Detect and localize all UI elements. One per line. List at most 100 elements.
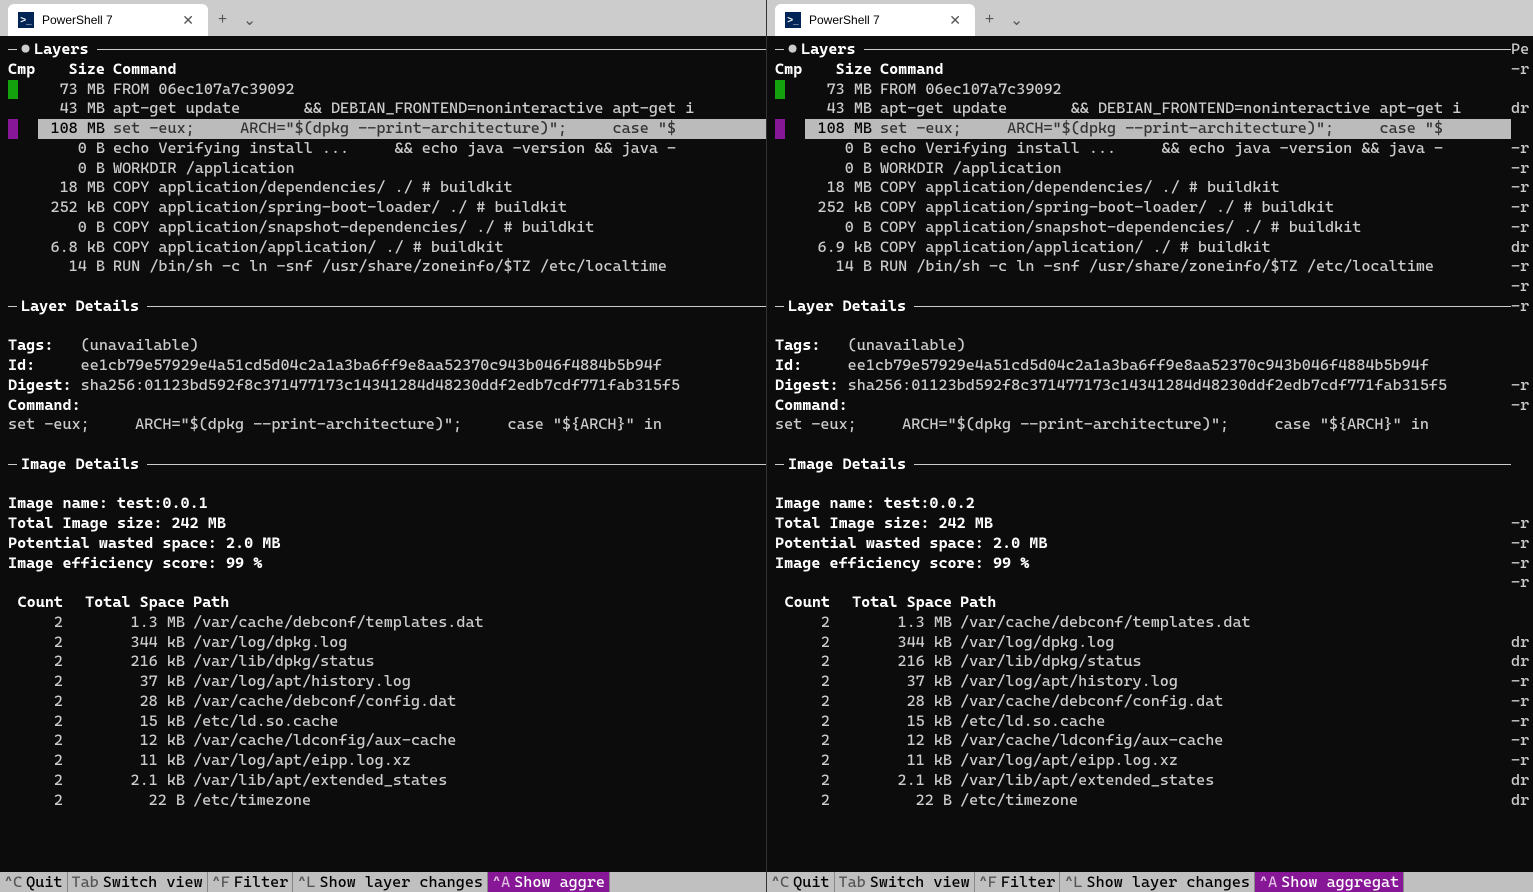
wasted-count: 2 (8, 652, 63, 672)
right-panel-peek: Pe-r dr -r-r-r-r-rdr-r-r-r -r-r -r-r-r-r… (1511, 36, 1533, 872)
wasted-path: /var/cache/debconf/config.dat (193, 692, 766, 712)
wasted-space: 37 kB (63, 672, 193, 692)
layer-row[interactable]: 108 MB set -eux; ARCH="$(dpkg --print-ar… (8, 119, 766, 139)
wasted-path: /var/cache/ldconfig/aux-cache (960, 731, 1533, 751)
titlebar: >_ PowerShell 7 ✕ + ⌄ (0, 0, 766, 36)
footer-item[interactable]: ^AShow aggregat (1255, 872, 1404, 892)
footer-item[interactable]: ^CQuit (0, 872, 68, 892)
footer-item[interactable]: ^LShow layer changes (1060, 872, 1255, 892)
layers-title: Layers (801, 40, 856, 60)
tab-dropdown-icon[interactable]: ⌄ (1010, 11, 1023, 30)
layer-row[interactable]: 0 B WORKDIR /application (775, 159, 1533, 179)
wasted-row: 2344 kB /var/log/dpkg.log (8, 633, 766, 653)
terminal-content[interactable]: ●Layers CmpSize Command73 MB FROM 06ec10… (0, 36, 766, 872)
footer-label: Filter (234, 873, 289, 891)
cmp-indicator-green (775, 80, 785, 100)
wasted-row: 2216 kB /var/lib/dpkg/status (8, 652, 766, 672)
wasted-count: 2 (775, 751, 830, 771)
footer-label: Show aggre (514, 873, 605, 891)
terminal-content[interactable]: ●Layers CmpSize Command73 MB FROM 06ec10… (767, 36, 1533, 872)
layer-row[interactable]: 6.8 kB COPY application/application/ ./ … (8, 238, 766, 258)
layer-row[interactable]: 18 MB COPY application/dependencies/ ./ … (8, 178, 766, 198)
layers-column-header: CmpSize Command (775, 60, 1533, 80)
layer-row[interactable]: 0 B echo Verifying install ... && echo j… (8, 139, 766, 159)
layers-column-header: CmpSize Command (8, 60, 766, 80)
layer-row[interactable]: 6.9 kB COPY application/application/ ./ … (775, 238, 1533, 258)
footer-label: Show layer changes (320, 873, 483, 891)
footer-item[interactable]: ^FFilter (208, 872, 294, 892)
layer-size: 0 B (38, 218, 113, 238)
new-tab-icon[interactable]: + (218, 11, 227, 29)
layer-details-section-header: Layer Details (8, 297, 766, 317)
layer-row[interactable]: 18 MB COPY application/dependencies/ ./ … (775, 178, 1533, 198)
layer-row[interactable]: 73 MB FROM 06ec107a7c39092 (775, 80, 1533, 100)
layer-row[interactable]: 0 B echo Verifying install ... && echo j… (775, 139, 1533, 159)
wasted-count: 2 (775, 652, 830, 672)
wasted-space: 22 B (63, 791, 193, 811)
tab[interactable]: >_ PowerShell 7 ✕ (8, 4, 208, 36)
footer-item[interactable]: TabSwitch view (835, 872, 975, 892)
layer-digest: Digest: sha256:01123bd592f8c371477173c14… (8, 376, 766, 396)
layer-size: 14 B (38, 257, 113, 277)
wasted-space: 11 kB (830, 751, 960, 771)
tab[interactable]: >_ PowerShell 7 ✕ (775, 4, 975, 36)
footer-item[interactable]: ^CQuit (767, 872, 835, 892)
layer-command: WORKDIR /application (880, 159, 1533, 179)
wasted-header: CountTotal Space Path (8, 593, 766, 613)
layer-command: COPY application/application/ ./ # build… (113, 238, 766, 258)
layer-size: 0 B (805, 159, 880, 179)
cmp-indicator-purple (775, 119, 785, 139)
image-size: Total Image size: 242 MB (775, 514, 1533, 534)
layer-size: 0 B (805, 139, 880, 159)
wasted-row: 212 kB /var/cache/ldconfig/aux-cache (775, 731, 1533, 751)
wasted-path: /var/log/apt/history.log (960, 672, 1533, 692)
layer-row[interactable]: 43 MB apt-get update && DEBIAN_FRONTEND=… (775, 99, 1533, 119)
footer-key: ^A (1259, 873, 1277, 891)
powershell-icon: >_ (785, 12, 801, 28)
layer-id: Id: ee1cb79e57929e4a51cd5d04c2a1a3ba6ff9… (8, 356, 766, 376)
footer-item[interactable]: TabSwitch view (68, 872, 208, 892)
layer-command: COPY application/spring-boot-loader/ ./ … (880, 198, 1533, 218)
new-tab-icon[interactable]: + (985, 11, 994, 29)
footer-label: Switch view (103, 873, 203, 891)
wasted-count: 2 (8, 672, 63, 692)
close-icon[interactable]: ✕ (945, 12, 965, 29)
layer-row[interactable]: 252 kB COPY application/spring-boot-load… (8, 198, 766, 218)
close-icon[interactable]: ✕ (178, 12, 198, 29)
wasted-space: 2.1 kB (63, 771, 193, 791)
wasted-path: /var/log/apt/eipp.log.xz (193, 751, 766, 771)
layer-command: COPY application/snapshot-dependencies/ … (880, 218, 1533, 238)
layer-size: 43 MB (38, 99, 113, 119)
layer-command: COPY application/dependencies/ ./ # buil… (113, 178, 766, 198)
layer-row[interactable]: 14 B RUN /bin/sh -c ln -snf /usr/share/z… (775, 257, 1533, 277)
layer-command: COPY application/snapshot-dependencies/ … (113, 218, 766, 238)
layer-row[interactable]: 14 B RUN /bin/sh -c ln -snf /usr/share/z… (8, 257, 766, 277)
footer-item[interactable]: ^FFilter (975, 872, 1061, 892)
wasted-space: 12 kB (830, 731, 960, 751)
layer-command: echo Verifying install ... && echo java … (113, 139, 766, 159)
image-name: Image name: test:0.0.1 (8, 494, 766, 514)
footer-item[interactable]: ^AShow aggre (488, 872, 610, 892)
layer-command: set -eux; ARCH="$(dpkg --print-architect… (113, 119, 766, 139)
layer-row[interactable]: 252 kB COPY application/spring-boot-load… (775, 198, 1533, 218)
layer-row[interactable]: 43 MB apt-get update && DEBIAN_FRONTEND=… (8, 99, 766, 119)
wasted-count: 2 (775, 633, 830, 653)
tab-title: PowerShell 7 (42, 13, 178, 27)
layer-row[interactable]: 0 B WORKDIR /application (8, 159, 766, 179)
footer-item[interactable]: ^L Show layer changes (293, 872, 488, 892)
wasted-row: 211 kB /var/log/apt/eipp.log.xz (775, 751, 1533, 771)
tab-dropdown-icon[interactable]: ⌄ (243, 11, 256, 30)
layer-command: FROM 06ec107a7c39092 (880, 80, 1533, 100)
layer-row[interactable]: 0 B COPY application/snapshot-dependenci… (775, 218, 1533, 238)
layer-command: COPY application/dependencies/ ./ # buil… (880, 178, 1533, 198)
layer-command: apt-get update && DEBIAN_FRONTEND=nonint… (113, 99, 766, 119)
layer-row[interactable]: 73 MB FROM 06ec107a7c39092 (8, 80, 766, 100)
tab-title: PowerShell 7 (809, 13, 945, 27)
wasted-count: 2 (8, 771, 63, 791)
footer-key: ^L (297, 873, 315, 891)
layer-row[interactable]: 0 B COPY application/snapshot-dependenci… (8, 218, 766, 238)
wasted-path: /var/cache/debconf/templates.dat (960, 613, 1533, 633)
wasted-space: 11 kB (63, 751, 193, 771)
layer-row[interactable]: 108 MB set -eux; ARCH="$(dpkg --print-ar… (775, 119, 1533, 139)
footer-key: ^F (212, 873, 230, 891)
